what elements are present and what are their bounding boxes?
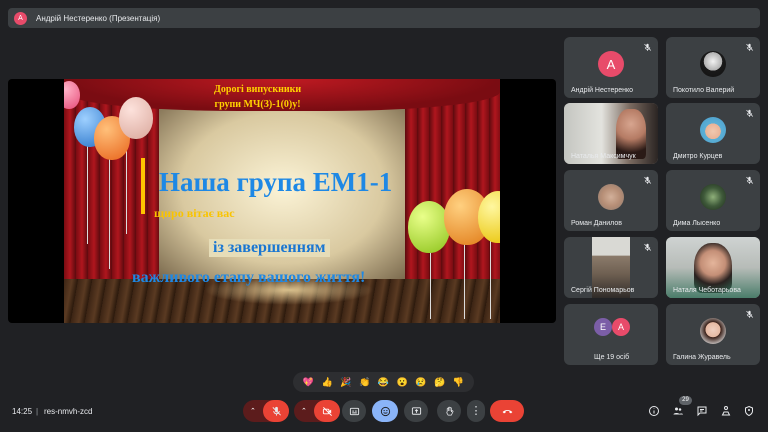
reaction-clap[interactable]: 👏 xyxy=(359,377,370,387)
reaction-surprised[interactable]: 😮 xyxy=(397,377,408,387)
slide-greeting-line1: Дорогі випускники xyxy=(214,84,302,95)
camera-toggle-button[interactable] xyxy=(314,400,340,422)
camera-off-icon xyxy=(322,406,332,416)
participant-tile[interactable]: Сергій Пономарьов xyxy=(564,237,658,298)
more-vert-icon: ⋮ xyxy=(470,404,482,417)
emoji-icon xyxy=(380,406,390,416)
captions-icon xyxy=(349,407,359,415)
slide-greeting-line2: групи МЧ(З)-1(0)у! xyxy=(214,99,301,110)
mic-off-icon xyxy=(271,406,282,417)
chevron-up-icon[interactable]: ⌃ xyxy=(250,407,256,415)
avatar xyxy=(700,51,726,77)
participant-name: Сергій Пономарьов xyxy=(571,287,635,294)
participant-tile[interactable]: Роман Данилов xyxy=(564,170,658,231)
activities-icon[interactable] xyxy=(720,405,732,417)
participant-tile[interactable]: Наталья Максимчук xyxy=(564,103,658,164)
reaction-laugh[interactable]: 😂 xyxy=(378,377,389,387)
participant-tile[interactable]: Галина Журавель xyxy=(666,304,760,365)
meeting-code: res-nmvh-zcd xyxy=(44,407,93,416)
participant-name: Роман Данилов xyxy=(571,220,622,227)
participant-tile[interactable]: Наталя Чеботарьова xyxy=(666,237,760,298)
presentation-title: Андрій Нестеренко (Презентація) xyxy=(36,13,161,23)
presentation-header: А Андрій Нестеренко (Презентація) xyxy=(8,8,760,28)
participant-count-badge: 29 xyxy=(679,396,692,405)
avatar xyxy=(700,184,726,210)
participant-tile[interactable]: А Андрій Нестеренко xyxy=(564,37,658,98)
avatar: Е xyxy=(594,318,612,336)
mic-off-icon xyxy=(643,243,652,252)
slide-group-text: Наша група ЕМ1-1 xyxy=(159,167,393,197)
participant-face xyxy=(616,109,646,159)
participant-tile[interactable]: Покотило Валерий xyxy=(666,37,760,98)
avatar xyxy=(700,318,726,344)
mic-toggle-button[interactable] xyxy=(263,400,289,422)
reaction-thinking[interactable]: 🤔 xyxy=(434,377,445,387)
end-call-icon xyxy=(502,409,512,413)
chevron-up-icon[interactable]: ⌃ xyxy=(301,407,307,415)
emoji-button[interactable] xyxy=(372,400,398,422)
slide-greeting: Дорогі випускники групи МЧ(З)-1(0)у! xyxy=(214,82,301,112)
mic-off-icon xyxy=(745,109,754,118)
slide-welcome-text: щиро вітає вас xyxy=(154,206,235,220)
participant-name: Наталя Чеботарьова xyxy=(673,287,741,294)
raise-hand-button[interactable] xyxy=(437,400,461,422)
mic-off-icon xyxy=(643,176,652,185)
reaction-heart[interactable]: 💖 xyxy=(303,377,314,387)
reaction-party[interactable]: 🎉 xyxy=(340,377,351,387)
slide-stage-text: важливого етапу вашого життя! xyxy=(132,269,366,286)
presenter-avatar: А xyxy=(14,11,27,25)
chat-icon[interactable] xyxy=(696,405,708,417)
leave-call-button[interactable] xyxy=(490,400,524,422)
separator: | xyxy=(36,407,39,416)
info-icon[interactable] xyxy=(648,405,660,417)
hand-icon xyxy=(445,406,453,416)
reaction-sad[interactable]: 😢 xyxy=(415,377,426,387)
participant-name: Дмитро Курцев xyxy=(673,153,723,160)
reactions-bar: 💖 👍 🎉 👏 😂 😮 😢 🤔 👎 xyxy=(293,372,474,392)
participant-face xyxy=(694,243,732,293)
host-controls-icon[interactable] xyxy=(743,405,755,417)
mic-control-group: ⌃ xyxy=(243,400,289,422)
mic-off-icon xyxy=(745,310,754,319)
more-participants-label: Ще 19 осіб xyxy=(594,354,630,361)
avatar: А xyxy=(598,51,624,77)
green-balloon xyxy=(408,201,450,253)
participant-tile[interactable]: Дима Лысенко xyxy=(666,170,760,231)
meeting-time: 14:25 xyxy=(12,407,33,416)
present-icon xyxy=(411,406,421,415)
participant-tile[interactable]: Дмитро Курцев xyxy=(666,103,760,164)
mic-off-icon xyxy=(745,176,754,185)
participant-name: Покотило Валерий xyxy=(673,87,735,94)
avatar: А xyxy=(612,318,630,336)
pink-balloon xyxy=(119,97,153,139)
captions-button[interactable] xyxy=(342,400,366,422)
participant-name: Дима Лысенко xyxy=(673,220,721,227)
reaction-thumbs-up[interactable]: 👍 xyxy=(322,377,333,387)
accent-bar xyxy=(141,158,145,214)
slide-congrats-text: із завершенням xyxy=(209,239,330,257)
more-options-button[interactable]: ⋮ xyxy=(467,400,485,422)
avatar xyxy=(598,184,624,210)
participant-name: Галина Журавель xyxy=(673,354,731,361)
avatar xyxy=(700,117,726,143)
participant-name: Наталья Максимчук xyxy=(571,153,636,160)
presentation-slide: Дорогі випускники групи МЧ(З)-1(0)у! Наш… xyxy=(64,79,500,323)
presentation-stage[interactable]: Дорогі випускники групи МЧ(З)-1(0)у! Наш… xyxy=(8,79,556,323)
present-button[interactable] xyxy=(404,400,428,422)
reaction-thumbs-down[interactable]: 👎 xyxy=(453,377,464,387)
mic-off-icon xyxy=(745,43,754,52)
participant-name: Андрій Нестеренко xyxy=(571,87,634,94)
mic-off-icon xyxy=(643,43,652,52)
people-icon[interactable] xyxy=(672,405,684,417)
camera-control-group: ⌃ xyxy=(294,400,340,422)
more-participants-tile[interactable]: Е А Ще 19 осіб xyxy=(564,304,658,365)
control-bar: 14:25 | res-nmvh-zcd ⌃ ⌃ ⋮ xyxy=(0,398,768,426)
